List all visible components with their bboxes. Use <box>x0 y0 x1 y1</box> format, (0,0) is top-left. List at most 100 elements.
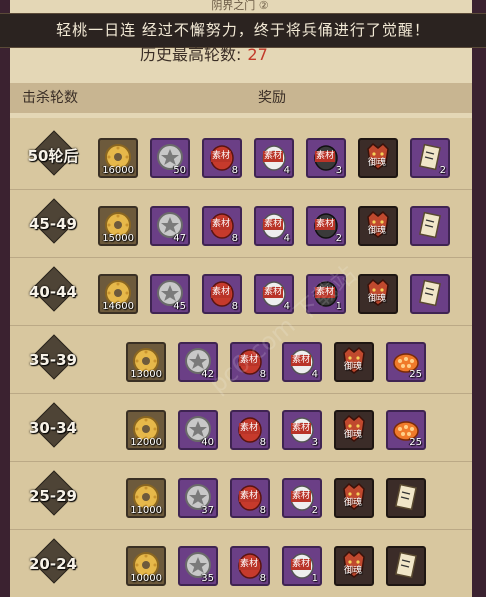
reward-slot-yuhun[interactable]: 御魂 <box>358 274 398 314</box>
col-reward: 奖励 <box>258 90 286 106</box>
reward-count: 10000 <box>130 573 162 584</box>
reward-slot-daruma-white[interactable]: 素材 4 <box>254 206 294 246</box>
reward-count: 25 <box>409 437 422 448</box>
reward-slot-yuhun[interactable]: 御魂 <box>358 138 398 178</box>
material-tag: 素材 <box>211 151 232 162</box>
reward-slot-coin[interactable]: 15000 <box>98 206 138 246</box>
material-tag: 素材 <box>211 287 232 298</box>
reward-count: 1 <box>311 573 318 584</box>
dialog-title: 阴界之门 ② <box>211 0 269 12</box>
yuhun-text: 御魂 <box>368 226 387 236</box>
reward-slot-scroll[interactable] <box>386 478 426 518</box>
reward-slot-daruma-dark[interactable]: 素材 3 <box>306 138 346 178</box>
row-divider <box>10 257 472 258</box>
round-range-label: 30-34 <box>29 419 77 437</box>
round-range-label: 50轮后 <box>27 147 79 165</box>
reward-count: 45 <box>173 301 186 312</box>
round-range-label: 25-29 <box>29 487 77 505</box>
reward-row: 40-44 14600 45 素材 8 素材 4 素材 1 御魂 <box>10 259 472 325</box>
reward-slot-daruma-red[interactable]: 素材 8 <box>202 138 242 178</box>
reward-slot-yuhun[interactable]: 御魂 <box>358 206 398 246</box>
reward-count: 8 <box>259 573 266 584</box>
reward-count: 13000 <box>130 369 162 380</box>
reward-slot-star-medal[interactable]: 50 <box>150 138 190 178</box>
reward-slot-star-medal[interactable]: 37 <box>178 478 218 518</box>
reward-slot-star-medal[interactable]: 47 <box>150 206 190 246</box>
reward-count: 4 <box>283 233 290 244</box>
reward-slot-yuhun[interactable]: 御魂 <box>334 410 374 450</box>
reward-row: 45-49 15000 47 素材 8 素材 4 素材 2 御魂 <box>10 191 472 257</box>
col-kill-rounds: 击杀轮数 <box>22 90 78 106</box>
material-tag: 素材 <box>239 559 260 570</box>
reward-count: 2 <box>311 505 318 516</box>
reward-count: 4 <box>311 369 318 380</box>
reward-slot-star-medal[interactable]: 40 <box>178 410 218 450</box>
reward-slot-star-medal[interactable]: 35 <box>178 546 218 586</box>
reward-slot-coin[interactable]: 12000 <box>126 410 166 450</box>
row-divider <box>10 325 472 326</box>
reward-slot-daruma-white[interactable]: 素材 1 <box>282 546 322 586</box>
table-header: 击杀轮数 奖励 <box>10 83 472 113</box>
reward-slot-scroll[interactable] <box>386 546 426 586</box>
reward-slot-scroll[interactable] <box>410 274 450 314</box>
reward-count: 8 <box>259 369 266 380</box>
material-tag: 素材 <box>239 491 260 502</box>
reward-count: 8 <box>259 437 266 448</box>
reward-slot-daruma-red[interactable]: 素材 8 <box>230 410 270 450</box>
material-tag: 素材 <box>291 355 312 366</box>
reward-slot-coin[interactable]: 11000 <box>126 478 166 518</box>
reward-count: 8 <box>231 301 238 312</box>
reward-slot-sushi[interactable]: 25 <box>386 410 426 450</box>
material-tag: 素材 <box>263 219 284 230</box>
reward-slot-daruma-white[interactable]: 素材 4 <box>254 138 294 178</box>
reward-slot-daruma-red[interactable]: 素材 8 <box>202 206 242 246</box>
yuhun-text: 御魂 <box>368 294 387 304</box>
reward-slot-daruma-red[interactable]: 素材 8 <box>230 478 270 518</box>
reward-slot-daruma-white[interactable]: 素材 2 <box>282 478 322 518</box>
reward-count: 25 <box>409 369 422 380</box>
reward-slot-coin[interactable]: 10000 <box>126 546 166 586</box>
material-tag: 素材 <box>263 287 284 298</box>
reward-slot-coin[interactable]: 13000 <box>126 342 166 382</box>
reward-count: 16000 <box>102 165 134 176</box>
reward-slot-coin[interactable]: 14600 <box>98 274 138 314</box>
reward-row: 25-29 11000 37 素材 8 素材 2 御魂 <box>10 463 472 529</box>
reward-slot-daruma-red[interactable]: 素材 8 <box>230 546 270 586</box>
reward-slot-scroll[interactable] <box>410 206 450 246</box>
reward-slot-yuhun[interactable]: 御魂 <box>334 478 374 518</box>
background-right <box>472 0 486 597</box>
reward-slot-scroll[interactable]: 2 <box>410 138 450 178</box>
material-tag: 素材 <box>239 423 260 434</box>
reward-count: 37 <box>201 505 214 516</box>
yuhun-text: 御魂 <box>344 498 363 508</box>
material-tag: 素材 <box>291 559 312 570</box>
scroll-icon <box>416 279 444 307</box>
round-range-label: 35-39 <box>29 351 77 369</box>
row-divider <box>10 189 472 190</box>
reward-slot-coin[interactable]: 16000 <box>98 138 138 178</box>
scroll-icon <box>392 483 420 511</box>
reward-count: 47 <box>173 233 186 244</box>
reward-count: 40 <box>201 437 214 448</box>
history-best: 历史最高轮数: 27 <box>140 44 360 66</box>
reward-slot-daruma-white[interactable]: 素材 3 <box>282 410 322 450</box>
reward-slot-star-medal[interactable]: 45 <box>150 274 190 314</box>
reward-count: 50 <box>173 165 186 176</box>
reward-count: 35 <box>201 573 214 584</box>
round-range-label: 20-24 <box>29 555 77 573</box>
reward-slot-sushi[interactable]: 25 <box>386 342 426 382</box>
material-tag: 素材 <box>315 151 336 162</box>
material-tag: 素材 <box>263 151 284 162</box>
notification-banner: 轻桃一日连 经过不懈努力，终于将兵俑进行了觉醒！ <box>0 13 486 48</box>
scroll-icon <box>392 551 420 579</box>
background-left <box>0 0 10 597</box>
reward-slot-daruma-white[interactable]: 素材 4 <box>282 342 322 382</box>
reward-slot-yuhun[interactable]: 御魂 <box>334 342 374 382</box>
row-divider <box>10 461 472 462</box>
reward-slot-daruma-red[interactable]: 素材 8 <box>202 274 242 314</box>
reward-slot-daruma-dark[interactable]: 素材 2 <box>306 206 346 246</box>
reward-row: 50轮后 16000 50 素材 8 素材 4 素材 3 御魂 2 <box>10 123 472 189</box>
row-divider <box>10 529 472 530</box>
yuhun-text: 御魂 <box>344 362 363 372</box>
reward-slot-yuhun[interactable]: 御魂 <box>334 546 374 586</box>
